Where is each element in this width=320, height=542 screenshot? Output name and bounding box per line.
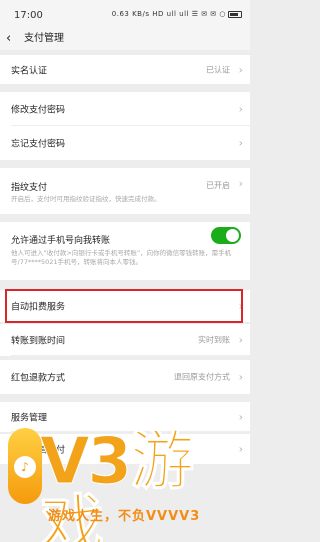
row-label: 修改支付密码 [11, 105, 66, 116]
chevron-right-icon: › [238, 370, 243, 384]
row-label: 红包退款方式 [11, 373, 66, 384]
chevron-right-icon: › [238, 177, 243, 190]
row-change-password[interactable]: 修改支付密码 › [0, 92, 250, 126]
row-label: 允许通过手机号向我转账 [11, 236, 111, 246]
battery-icon [228, 10, 242, 18]
row-value: 实时到账 [198, 335, 230, 345]
status-time: 17:00 [14, 10, 43, 21]
row-label: 指纹支付 [11, 183, 48, 193]
back-chevron-icon[interactable]: ‹ [6, 30, 11, 48]
row-real-name[interactable]: 实名认证 已认证 › [0, 55, 250, 84]
row-value: 已开启 [206, 181, 230, 190]
watermark: ♪ V3游戏 游戏人生，不负VVVV3 [0, 420, 250, 542]
status-indicators: 0.63 KB/s HD ull ull ☰ ✉ ✉ ○ [111, 10, 226, 18]
divider [11, 355, 250, 356]
row-label: 忘记支付密码 [11, 139, 66, 150]
row-forgot-password[interactable]: 忘记支付密码 › [0, 126, 250, 160]
allow-transfer-toggle[interactable] [211, 227, 241, 244]
chevron-right-icon: › [238, 333, 243, 347]
watermark-slogan: 游戏人生，不负VVVV3 [48, 509, 201, 524]
row-description: 他人可进入“收付款>向银行卡或手机号转账”，向你的微信零钱转账，需手机号/77*… [11, 249, 232, 266]
row-fingerprint[interactable]: 指纹支付 已开启 › 开启后，支付时可用指纹验证指纹，快速完成付款。 [0, 168, 250, 214]
watermark-logo-icon: ♪ [8, 428, 42, 504]
status-bar: 17:00 0.63 KB/s HD ull ull ☰ ✉ ✉ ○ [0, 0, 250, 30]
row-value: 已认证 [206, 65, 230, 74]
row-transfer-time[interactable]: 转账到账时间 实时到账 › [0, 324, 250, 356]
row-label: 转账到账时间 [11, 336, 66, 347]
highlight-box [5, 289, 243, 323]
chevron-right-icon: › [238, 63, 243, 76]
title-bar: ‹ 支付管理 [0, 30, 250, 50]
row-value: 退回原支付方式 [174, 372, 230, 382]
row-description: 开启后，支付时可用指纹验证指纹，快速完成付款。 [11, 195, 161, 203]
row-refund-method[interactable]: 红包退款方式 退回原支付方式 › [0, 360, 250, 394]
chevron-right-icon: › [238, 102, 243, 116]
row-allow-phone-transfer[interactable]: 允许通过手机号向我转账 他人可进入“收付款>向银行卡或手机号转账”，向你的微信零… [0, 222, 250, 280]
status-icons: 0.63 KB/s HD ull ull ☰ ✉ ✉ ○ [112, 10, 242, 18]
page-title: 支付管理 [24, 33, 64, 44]
chevron-right-icon: › [238, 136, 243, 150]
row-label: 实名认证 [11, 66, 48, 76]
watermark-brand: V3游戏 [40, 425, 195, 542]
